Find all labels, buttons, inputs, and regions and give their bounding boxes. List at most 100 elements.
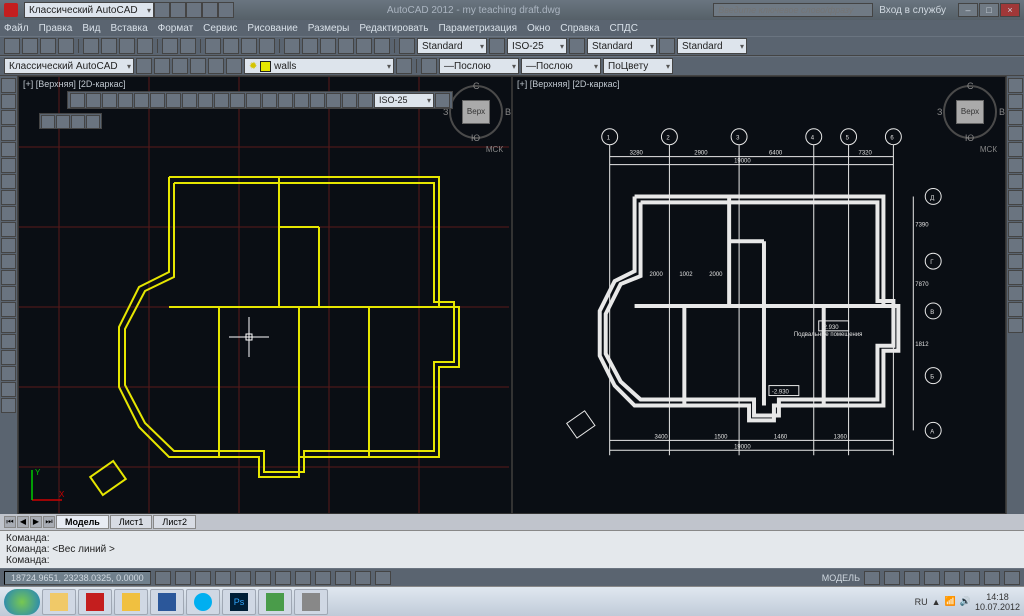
tab-last-icon[interactable]: ⏭ xyxy=(43,516,55,528)
annoscale-icon[interactable] xyxy=(864,571,880,585)
paste-icon[interactable] xyxy=(119,38,135,54)
markup-icon[interactable] xyxy=(356,38,372,54)
text-icon[interactable] xyxy=(1,222,16,237)
xline-icon[interactable] xyxy=(1,334,16,349)
toolbar-lock-icon[interactable] xyxy=(944,571,960,585)
polygon-icon[interactable] xyxy=(1,158,16,173)
mtext-icon[interactable] xyxy=(1,238,16,253)
menu-edit[interactable]: Правка xyxy=(39,23,73,34)
block-icon[interactable] xyxy=(1,286,16,301)
arc-icon[interactable] xyxy=(1,126,16,141)
sm-3-icon[interactable] xyxy=(71,115,85,129)
linetype-combo[interactable]: — Послою xyxy=(521,58,601,74)
point-icon[interactable] xyxy=(1,270,16,285)
taskbar-camtasia-icon[interactable] xyxy=(258,589,292,615)
dimstyle-combo[interactable]: ISO-25 xyxy=(507,38,567,54)
copy-icon[interactable] xyxy=(101,38,117,54)
dim-update-icon[interactable] xyxy=(358,93,373,108)
designcenter-icon[interactable] xyxy=(302,38,318,54)
tab-layout1[interactable]: Лист1 xyxy=(110,515,153,529)
viewport-left[interactable]: [+] [Верхняя] [2D-каркас] xyxy=(18,76,512,514)
sm-2-icon[interactable] xyxy=(56,115,70,129)
dim-edit-icon[interactable] xyxy=(326,93,341,108)
revcloud-icon[interactable] xyxy=(1,350,16,365)
dim-jog-icon[interactable] xyxy=(310,93,325,108)
menu-view[interactable]: Вид xyxy=(82,23,100,34)
dimstyle-inner-combo[interactable]: ISO-25 xyxy=(374,93,434,108)
trim-icon[interactable] xyxy=(1008,222,1023,237)
join-icon[interactable] xyxy=(1008,270,1023,285)
properties-icon[interactable] xyxy=(284,38,300,54)
hardware-accel-icon[interactable] xyxy=(964,571,980,585)
open-icon[interactable] xyxy=(22,38,38,54)
match-icon[interactable] xyxy=(137,38,153,54)
taskbar-autocad-icon[interactable] xyxy=(78,589,112,615)
dim-linear-icon[interactable] xyxy=(70,93,85,108)
tab-first-icon[interactable]: ⏮ xyxy=(4,516,16,528)
sm-1-icon[interactable] xyxy=(41,115,55,129)
dim-tedit-icon[interactable] xyxy=(342,93,357,108)
menu-tools[interactable]: Сервис xyxy=(203,23,237,34)
hatch-icon[interactable] xyxy=(1,206,16,221)
tray-clock[interactable]: 14:18 10.07.2012 xyxy=(975,592,1020,612)
center-icon[interactable] xyxy=(278,93,293,108)
menu-draw[interactable]: Рисование xyxy=(247,23,297,34)
layer-props-icon[interactable] xyxy=(136,58,152,74)
taskbar-mpc-icon[interactable] xyxy=(114,589,148,615)
rect-icon[interactable] xyxy=(1,142,16,157)
dyn-toggle-icon[interactable] xyxy=(295,571,311,585)
taskbar-app-icon[interactable] xyxy=(294,589,328,615)
viewcube[interactable]: Верх С Ю З В xyxy=(447,83,505,141)
model-space-button[interactable]: МОДЕЛЬ xyxy=(822,573,860,583)
menu-help[interactable]: Справка xyxy=(560,23,599,34)
workspace-combo-2[interactable]: Классический AutoCAD xyxy=(4,58,134,74)
tray-volume-icon[interactable]: 🔊 xyxy=(960,596,971,607)
dim-aligned-icon[interactable] xyxy=(86,93,101,108)
system-tray[interactable]: RU ▲ 📶 🔊 14:18 10.07.2012 xyxy=(915,592,1020,612)
tpy-toggle-icon[interactable] xyxy=(375,571,391,585)
viewport-label[interactable]: [+] [Верхняя] [2D-каркас] xyxy=(517,79,620,89)
donut-icon[interactable] xyxy=(1,366,16,381)
lineweight-combo[interactable]: — Послою xyxy=(439,58,519,74)
menu-file[interactable]: Файл xyxy=(4,23,29,34)
layer-freeze-icon[interactable] xyxy=(172,58,188,74)
copy-obj-icon[interactable] xyxy=(1008,94,1023,109)
redo-icon[interactable] xyxy=(180,38,196,54)
undo-icon[interactable] xyxy=(162,38,178,54)
menu-dimension[interactable]: Размеры xyxy=(308,23,350,34)
circle-icon[interactable] xyxy=(1,110,16,125)
menu-parametric[interactable]: Параметризация xyxy=(438,23,517,34)
snap-toggle-icon[interactable] xyxy=(155,571,171,585)
qat-open-icon[interactable] xyxy=(170,2,186,18)
dim-arc-icon[interactable] xyxy=(102,93,117,108)
layer-combo[interactable]: ✹ walls xyxy=(244,58,394,74)
fillet-icon[interactable] xyxy=(1008,302,1023,317)
layer-lock-icon[interactable] xyxy=(208,58,224,74)
qat-redo-icon[interactable] xyxy=(218,2,234,18)
viewcube[interactable]: Верх С Ю З В xyxy=(941,83,999,141)
tablestyle-combo[interactable]: Standard xyxy=(587,38,657,54)
dim-radius-icon[interactable] xyxy=(134,93,149,108)
isolate-icon[interactable] xyxy=(984,571,1000,585)
annovis-icon[interactable] xyxy=(884,571,900,585)
rotate-icon[interactable] xyxy=(1008,174,1023,189)
table-icon[interactable] xyxy=(1,254,16,269)
maximize-button[interactable]: □ xyxy=(979,3,999,17)
stretch-icon[interactable] xyxy=(1008,206,1023,221)
tab-model[interactable]: Модель xyxy=(56,515,109,529)
print-icon[interactable] xyxy=(58,38,74,54)
dim-continue-icon[interactable] xyxy=(214,93,229,108)
help-search-input[interactable] xyxy=(713,3,873,17)
mirror-icon[interactable] xyxy=(1008,110,1023,125)
ellipse-icon[interactable] xyxy=(1,174,16,189)
tray-network-icon[interactable]: 📶 xyxy=(945,596,956,607)
erase-icon[interactable] xyxy=(1008,78,1023,93)
osnap-toggle-icon[interactable] xyxy=(235,571,251,585)
layer-prev-icon[interactable] xyxy=(396,58,412,74)
drawing-canvas-right[interactable]: 1 2 3 4 5 6 Д Г В Б А xyxy=(513,77,1005,513)
menu-format[interactable]: Формат xyxy=(158,23,194,34)
zoom-window-icon[interactable] xyxy=(241,38,257,54)
wipeout-icon[interactable] xyxy=(1,382,16,397)
ortho-toggle-icon[interactable] xyxy=(195,571,211,585)
scale-icon[interactable] xyxy=(1008,190,1023,205)
